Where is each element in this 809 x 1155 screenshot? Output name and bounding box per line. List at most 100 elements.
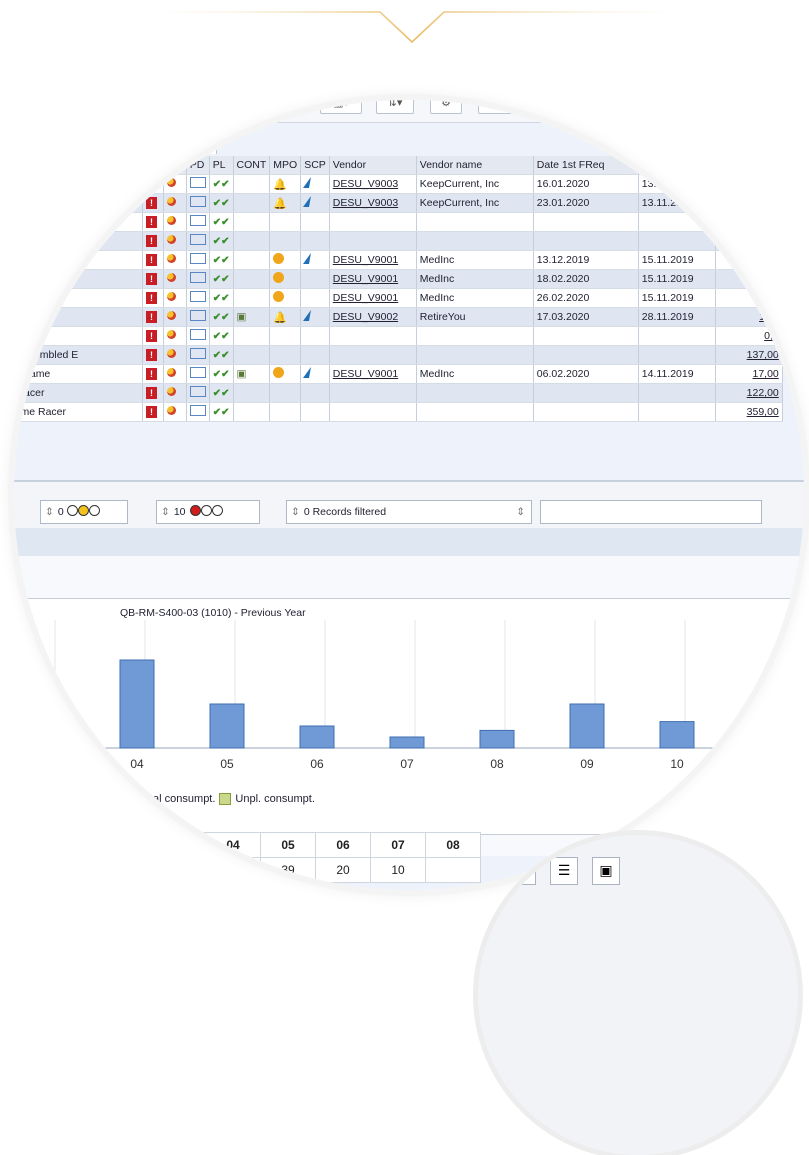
traffic-light-red-box[interactable]: ⇕ 10 (156, 500, 260, 524)
bar[interactable] (659, 721, 695, 749)
table-row[interactable]: hift1! ✔✔ ▣ 🔔 DESU_V9002RetireYou17.03.20202… (14, 307, 783, 327)
pd-cell[interactable] (186, 212, 210, 232)
menu-icon[interactable]: ☰ (550, 857, 578, 885)
scp-cell[interactable] (300, 193, 330, 213)
col-header[interactable]: CONT (233, 156, 271, 175)
table-row[interactable]: ! ✔✔ (14, 231, 783, 251)
records-filtered-box[interactable]: ⇕ 0 Records filtered ⇕ (286, 500, 532, 524)
pd-cell[interactable] (186, 326, 210, 346)
vendor-cell[interactable]: DESU_V9001 (329, 288, 417, 308)
sort-button[interactable]: ⇅▾ (376, 100, 414, 114)
bar[interactable] (119, 659, 155, 749)
col-header[interactable]: PL (209, 156, 234, 175)
value-cell[interactable]: 2 (715, 288, 783, 308)
pd-cell[interactable] (186, 307, 210, 327)
mpo-cell[interactable] (269, 250, 302, 270)
alert-cell[interactable]: ! (142, 231, 164, 251)
pd-cell[interactable] (186, 250, 210, 270)
mpo-cell[interactable]: 🔔 (269, 174, 302, 194)
mpo-cell[interactable] (269, 364, 302, 384)
table-row[interactable]: ne assembled E! ✔✔ 137,00 (14, 345, 783, 365)
date-cell: 15.11.2019 (638, 269, 716, 289)
vendor-cell[interactable]: DESU_V9001 (329, 364, 417, 384)
alert-cell[interactable]: ! (142, 402, 164, 422)
vendor-cell[interactable]: DESU_V9003 (329, 174, 417, 194)
value-cell[interactable]: 2, (715, 269, 783, 289)
value-cell[interactable]: 359,00 (715, 402, 783, 422)
bar[interactable] (209, 703, 245, 749)
value-cell[interactable]: 17,00 (715, 364, 783, 384)
col-header[interactable]: Date 1st FReq (533, 156, 639, 175)
export-button[interactable]: ▤ (478, 100, 512, 114)
vendor-cell[interactable]: DESU_V9002 (329, 307, 417, 327)
cont-cell[interactable]: ▣ (233, 364, 271, 384)
table-row[interactable]: ! ✔✔ DESU_V9001 MedInc 18.02.2020 15.11.2019 2… (14, 269, 783, 289)
table-row[interactable]: eedracer! ✔✔ 122,00 (14, 383, 783, 403)
alert-cell[interactable]: ! (142, 193, 164, 213)
mpo-cell[interactable] (269, 269, 302, 289)
col-header[interactable]: PD (186, 156, 210, 175)
value-cell[interactable]: 137,00 (715, 345, 783, 365)
table-row[interactable]: i frame Racer! ✔✔ 359,00 (14, 402, 783, 422)
mpo-cell[interactable]: 🔔 (269, 193, 302, 213)
col-header[interactable]: CG (163, 156, 187, 175)
pd-cell[interactable] (186, 364, 210, 384)
table-row[interactable]: it 27,5"! ✔✔ DESU_V9001MedInc13.12.201915.… (14, 250, 783, 270)
alert-cell[interactable]: ! (142, 212, 164, 232)
alert-cell[interactable]: ! (142, 345, 164, 365)
alert-cell[interactable]: ! (142, 250, 164, 270)
table-row[interactable]: ! ✔✔ 🔔 DESU_V9003 KeepCurrent, Inc 16.01.2020… (14, 174, 783, 194)
pd-cell[interactable] (186, 193, 210, 213)
vendor-cell[interactable]: DESU_V9001 (329, 250, 417, 270)
bar[interactable] (479, 729, 515, 749)
col-header[interactable]: Da (638, 156, 716, 175)
cont-cell[interactable]: ▣ (233, 307, 271, 327)
bar[interactable] (569, 703, 605, 749)
scp-cell[interactable] (300, 250, 330, 270)
col-header[interactable]: Vendor name (416, 156, 534, 175)
bar[interactable] (299, 725, 335, 749)
table-row[interactable]: ! ✔✔ DESU_V9001 MedInc 26.02.2020 15.11.2019 2 (14, 288, 783, 308)
value-cell[interactable]: 118, (715, 307, 783, 327)
filter-button[interactable]: ▦▾ (320, 100, 362, 114)
user-button[interactable]: ◐ (526, 100, 558, 114)
layout-button[interactable]: ⚙ (430, 100, 462, 114)
alert-cell[interactable]: ! (142, 269, 164, 289)
scp-cell[interactable] (300, 364, 330, 384)
splitter-band[interactable] (14, 528, 804, 557)
alert-cell[interactable]: ! (142, 326, 164, 346)
scp-cell[interactable] (300, 174, 330, 194)
value-cell[interactable]: 122,00 (715, 383, 783, 403)
table-row[interactable]: shift2! ✔✔ 0,0 (14, 326, 783, 346)
pd-cell[interactable] (186, 402, 210, 422)
table-row[interactable]: ! ✔✔ (14, 212, 783, 232)
pd-cell[interactable] (186, 231, 210, 251)
pd-cell[interactable] (186, 174, 210, 194)
tab-option-groups[interactable]: pon Grps (120, 129, 218, 154)
scp-cell[interactable] (300, 307, 330, 327)
pd-cell[interactable] (186, 269, 210, 289)
vendor-cell[interactable]: DESU_V9003 (329, 193, 417, 213)
save-icon[interactable]: ▣ (592, 857, 620, 885)
mpo-cell[interactable]: 🔔 (269, 307, 302, 327)
pd-cell[interactable] (186, 288, 210, 308)
alert-cell[interactable]: ! (142, 174, 164, 194)
alert-cell[interactable]: ! (142, 383, 164, 403)
traffic-light-yellow-box[interactable]: ⇕ 0 (40, 500, 128, 524)
value-cell[interactable]: 0,0 (715, 326, 783, 346)
vendor-cell[interactable]: DESU_V9001 (329, 269, 417, 289)
col-header[interactable]: SCP (300, 156, 330, 175)
bar[interactable] (389, 736, 425, 749)
col-header[interactable]: MPO (269, 156, 302, 175)
alert-cell[interactable]: ! (142, 364, 164, 384)
pd-cell[interactable] (186, 383, 210, 403)
table-row[interactable]: ! ✔✔ 🔔 DESU_V9003 KeepCurrent, Inc 23.01.2020… (14, 193, 783, 213)
table-row[interactable]: bon frame!✔✔▣DESU_V9001MedInc06.02.20201… (14, 364, 783, 384)
alert-cell[interactable]: ! (142, 288, 164, 308)
col-header[interactable]: Vendor (329, 156, 417, 175)
mpo-cell[interactable] (269, 288, 302, 308)
align-icon[interactable]: ≡ (508, 857, 536, 885)
status-field[interactable] (540, 500, 762, 524)
alert-cell[interactable]: ! (142, 307, 164, 327)
pd-cell[interactable] (186, 345, 210, 365)
